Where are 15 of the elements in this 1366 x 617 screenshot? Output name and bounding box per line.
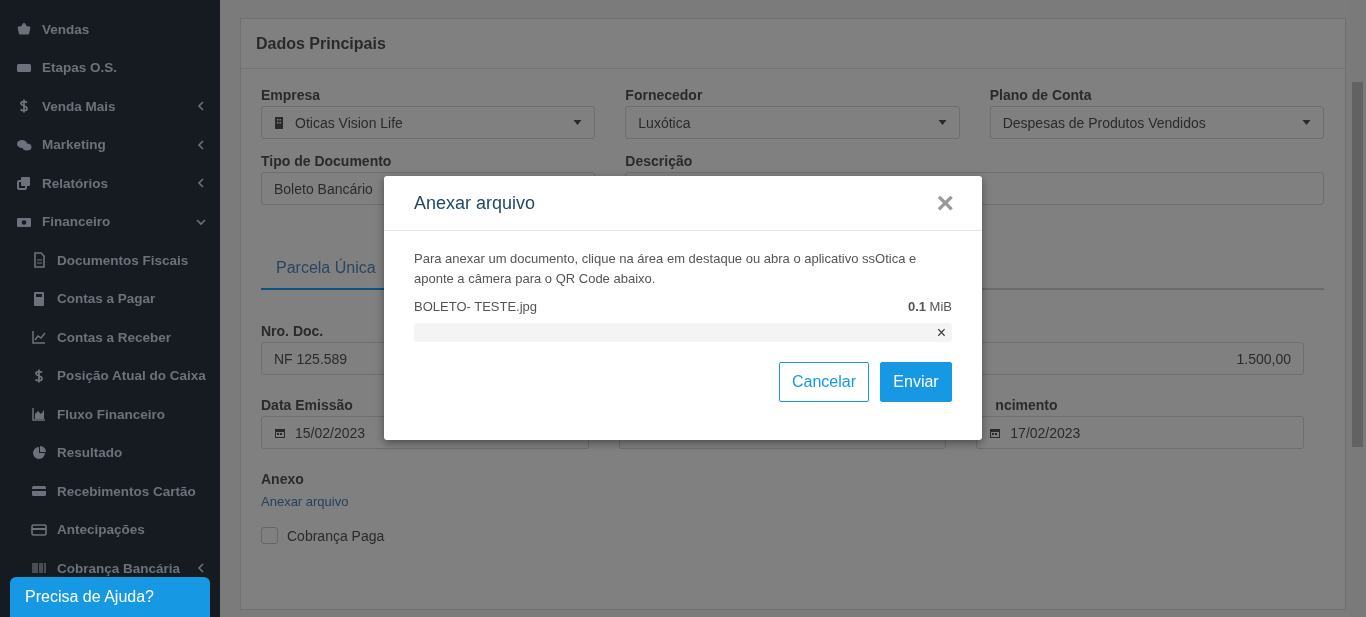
file-name: BOLETO- TESTE.jpg bbox=[414, 299, 538, 314]
field-label: Fornecedor bbox=[625, 86, 703, 105]
card-title: Dados Principais bbox=[256, 34, 386, 53]
field-label: Nro. Doc. bbox=[261, 322, 324, 341]
modal-title: Anexar arquivo bbox=[414, 192, 536, 214]
file-size: 0.1 MiB bbox=[907, 299, 952, 314]
field-label: Plano de Conta bbox=[989, 86, 1092, 105]
checkbox-label: Cobrança Paga bbox=[287, 527, 385, 544]
field-label: Descrição bbox=[625, 152, 693, 171]
field-label: ncimento bbox=[995, 396, 1058, 415]
field-label: Empresa bbox=[261, 86, 321, 105]
field-label: Data Emissão bbox=[261, 396, 353, 415]
instructions-text: Para anexar um documento, clique na área em destaque ou abra o aplicativo ssOtica e aponte a câmera para o QR Code abaixo. bbox=[414, 250, 918, 288]
field-label: Tipo de Documento bbox=[261, 152, 392, 171]
field-label: Anexo bbox=[261, 470, 304, 489]
